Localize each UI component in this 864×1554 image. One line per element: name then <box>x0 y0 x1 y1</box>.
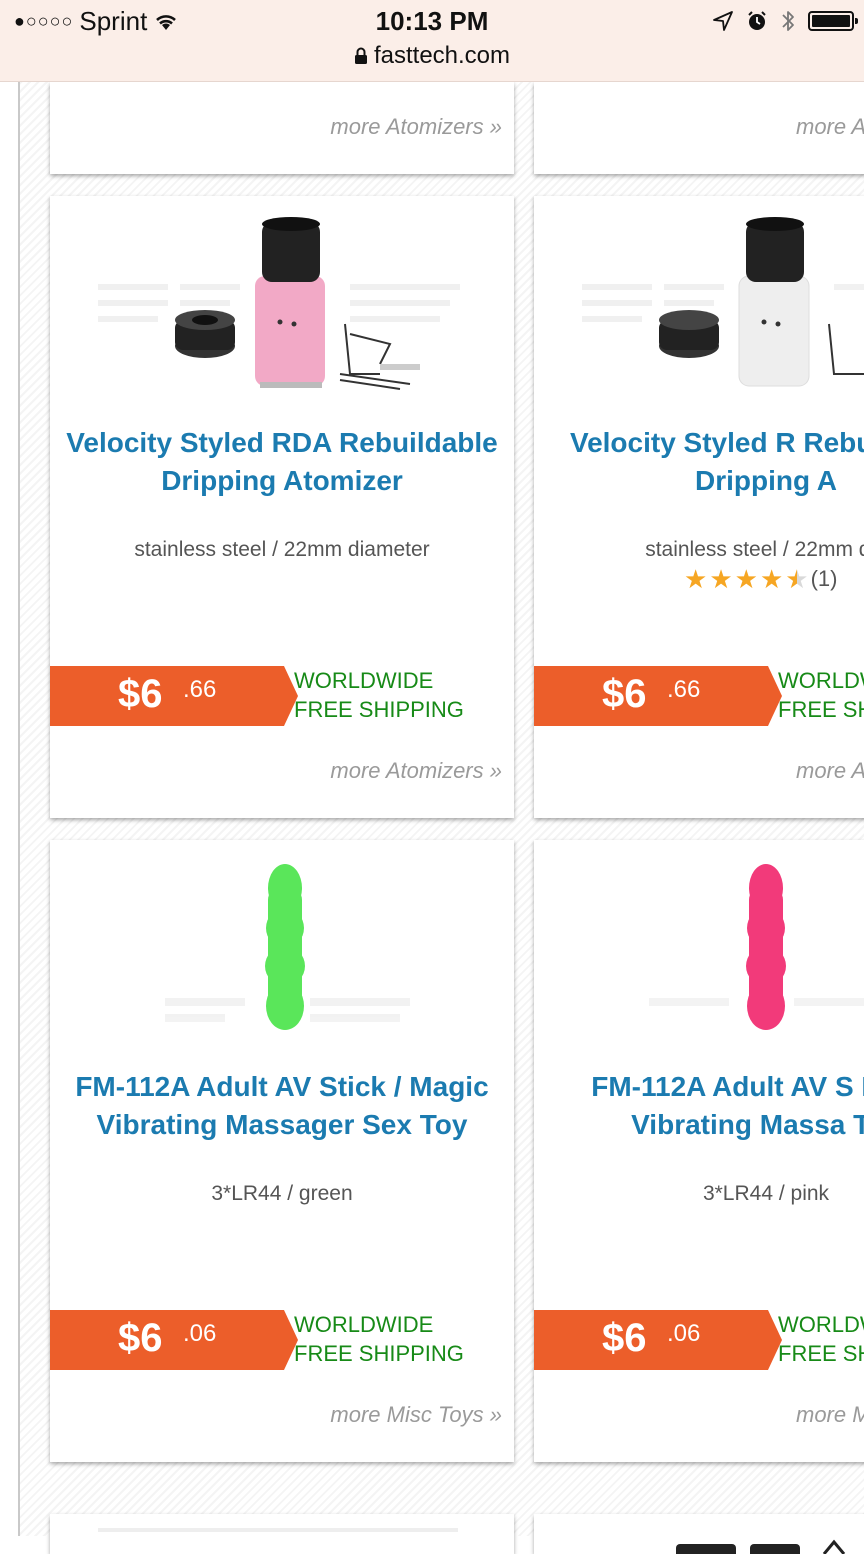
product-title[interactable]: Velocity Styled R Rebuildable Dripping A <box>542 424 864 500</box>
price-whole: $6 <box>118 1316 163 1360</box>
more-atomizers-link[interactable]: more A <box>796 114 864 140</box>
product-image[interactable] <box>534 214 864 394</box>
location-arrow-icon <box>713 11 733 31</box>
star-icon: ★ <box>759 564 784 594</box>
battery-icon <box>808 11 858 31</box>
product-description: 3*LR44 / green <box>211 1182 353 1205</box>
product-card[interactable]: Velocity Styled RDA Rebuildable Dripping… <box>50 196 514 818</box>
product-card-partial[interactable] <box>50 1514 514 1554</box>
shipping-info: WORLDW FREE SH <box>778 1310 864 1368</box>
product-title[interactable]: FM-112A Adult AV Stick / Magic Vibrating… <box>58 1068 506 1144</box>
shipping-line-2: FREE SHIPPING <box>294 697 464 722</box>
product-card[interactable]: Velocity Styled R Rebuildable Dripping A… <box>534 196 864 818</box>
status-icons <box>712 8 858 34</box>
more-atomizers-link[interactable]: more Atomizers » <box>330 758 502 784</box>
price-cents: .06 <box>183 1320 217 1347</box>
shipping-line-1: WORLDWIDE <box>294 668 434 693</box>
shipping-info: WORLDW FREE SH <box>778 666 864 724</box>
shipping-line-1: WORLDW <box>778 1312 864 1337</box>
more-misc-toys-link[interactable]: more Misc Toys » <box>330 1402 502 1428</box>
product-image[interactable] <box>50 1514 514 1554</box>
product-description: stainless steel / 22mm dia <box>645 538 864 561</box>
product-description: 3*LR44 / pink <box>702 1182 830 1205</box>
more-atomizers-link[interactable]: more A <box>796 758 864 784</box>
price-tag: $6 .06 <box>50 1310 298 1370</box>
product-image[interactable] <box>534 1514 864 1554</box>
product-card[interactable]: FM-112A Adult AV Stick / Magic Vibrating… <box>50 840 514 1462</box>
left-rail <box>18 82 20 1536</box>
star-icon: ★ <box>709 564 733 594</box>
shipping-info: WORLDWIDE FREE SHIPPING <box>294 666 464 724</box>
more-misc-toys-link[interactable]: more M <box>796 1402 864 1428</box>
product-card-partial: more A <box>534 82 864 174</box>
alarm-icon <box>748 11 766 30</box>
product-image[interactable] <box>534 858 864 1038</box>
price-whole: $6 <box>602 1316 647 1360</box>
product-title[interactable]: Velocity Styled RDA Rebuildable Dripping… <box>58 424 506 500</box>
product-card[interactable]: FM-112A Adult AV S Magic Vibrating Massa… <box>534 840 864 1462</box>
product-title[interactable]: FM-112A Adult AV S Magic Vibrating Massa… <box>542 1068 864 1144</box>
more-atomizers-link[interactable]: more Atomizers » <box>330 114 502 140</box>
address-bar[interactable]: fasttech.com <box>0 42 864 70</box>
price-cents: .66 <box>667 676 701 703</box>
shipping-line-1: WORLDWIDE <box>294 1312 434 1337</box>
half-star-icon: ★ <box>785 564 809 594</box>
product-description: stainless steel / 22mm diameter <box>134 538 430 561</box>
shipping-line-1: WORLDW <box>778 668 864 693</box>
price-whole: $6 <box>602 672 647 716</box>
price-cents: .06 <box>667 1320 701 1347</box>
product-rating: ★ ★ ★ ★ ★ (1) <box>684 566 837 592</box>
price-whole: $6 <box>118 672 163 716</box>
bluetooth-icon <box>782 11 794 31</box>
shipping-info: WORLDWIDE FREE SHIPPING <box>294 1310 464 1368</box>
product-card-partial: more Atomizers » <box>50 82 514 174</box>
url-text: fasttech.com <box>373 42 511 69</box>
product-image[interactable] <box>50 858 514 1038</box>
product-card-partial[interactable] <box>534 1514 864 1554</box>
star-icon: ★ <box>684 564 708 594</box>
price-tag: $6 .66 <box>534 666 782 726</box>
price-tag: $6 .06 <box>534 1310 782 1370</box>
price-cents: .66 <box>183 676 217 703</box>
lock-icon <box>354 47 367 64</box>
shipping-line-2: FREE SH <box>778 697 864 722</box>
rating-count[interactable]: (1) <box>811 566 838 592</box>
shipping-line-2: FREE SH <box>778 1341 864 1366</box>
status-bar: ●○○○○ Sprint 10:13 PM fasttech.com <box>0 0 864 82</box>
shipping-line-2: FREE SHIPPING <box>294 1341 464 1366</box>
product-image[interactable] <box>50 214 514 394</box>
price-tag: $6 .66 <box>50 666 298 726</box>
star-icon: ★ <box>734 564 758 594</box>
